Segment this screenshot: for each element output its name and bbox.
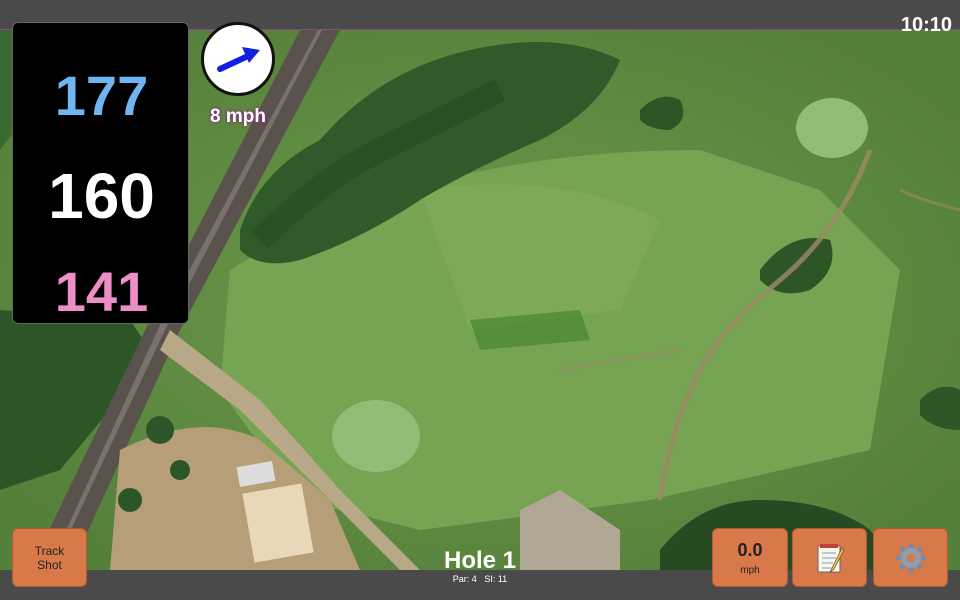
hole-title: Hole 1 bbox=[443, 547, 517, 574]
distance-panel[interactable]: 177 160 141 bbox=[12, 22, 189, 324]
speed-button[interactable]: 0.0 mph bbox=[712, 528, 788, 587]
track-shot-label-line2: Shot bbox=[37, 557, 62, 572]
distance-center: 160 bbox=[48, 160, 155, 232]
hole-info: Hole 1 Par: 4 SI: 11 bbox=[400, 547, 560, 585]
app-screen: 10:10 177 160 141 8 mph Track Shot Hole … bbox=[0, 0, 960, 600]
distance-front: 141 bbox=[54, 260, 149, 323]
speed-value: 0.0 bbox=[737, 539, 763, 560]
wind-direction-dial bbox=[201, 22, 275, 96]
track-shot-button[interactable]: Track Shot bbox=[12, 528, 87, 587]
notes-button[interactable] bbox=[792, 528, 867, 587]
hole-stroke-index: SI: 11 bbox=[484, 574, 508, 584]
gear-icon bbox=[895, 542, 926, 573]
clock: 10:10 bbox=[900, 14, 952, 36]
notepad-icon bbox=[817, 543, 844, 572]
track-shot-label-line1: Track bbox=[34, 543, 65, 558]
wind-speed-label: 8 mph bbox=[210, 106, 266, 127]
hole-details: Par: 4 SI: 11 bbox=[400, 574, 560, 584]
wind-arrow-icon bbox=[217, 47, 260, 72]
speed-unit: mph bbox=[740, 564, 760, 576]
hole-par: Par: 4 bbox=[452, 574, 477, 584]
settings-button[interactable] bbox=[873, 528, 948, 587]
distance-back: 177 bbox=[54, 64, 149, 127]
